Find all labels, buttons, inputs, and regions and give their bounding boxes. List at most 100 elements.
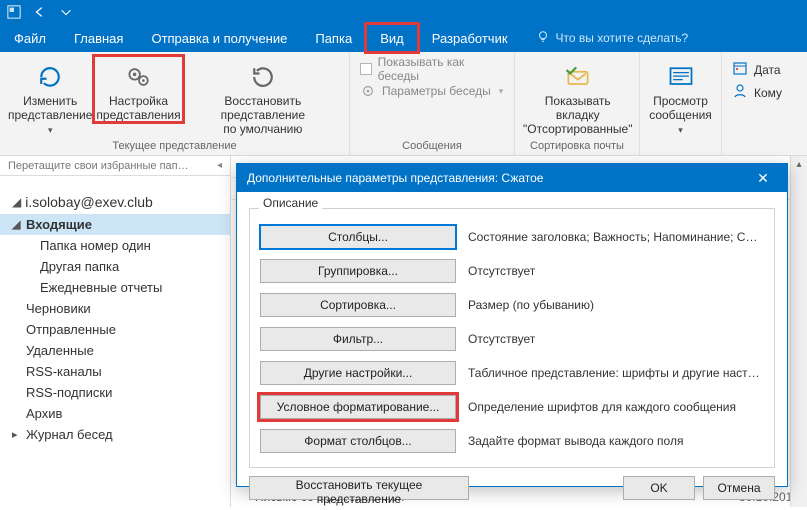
menu-file[interactable]: Файл bbox=[0, 24, 60, 52]
chevron-left-icon[interactable]: ◂ bbox=[217, 160, 222, 171]
lightbulb-icon bbox=[536, 30, 550, 47]
checkmark-envelope-icon bbox=[564, 60, 592, 94]
folder-drafts[interactable]: Черновики bbox=[0, 298, 230, 319]
menu-bar: Файл Главная Отправка и получение Папка … bbox=[0, 24, 807, 52]
close-button[interactable]: ✕ bbox=[749, 164, 777, 192]
group-by-desc: Отсутствует bbox=[468, 264, 764, 278]
fieldset-label: Описание bbox=[259, 196, 322, 210]
account-label: i.solobay@exev.club bbox=[25, 194, 153, 210]
favorites-hint-label: Перетащите свои избранные пап… bbox=[8, 160, 189, 172]
columns-button[interactable]: Столбцы... bbox=[260, 225, 456, 249]
folder-archive[interactable]: Архив bbox=[0, 403, 230, 424]
change-view-button[interactable]: Изменить представление ▾ bbox=[6, 56, 94, 137]
close-icon: ✕ bbox=[757, 170, 769, 187]
settings-small-icon bbox=[360, 84, 376, 98]
format-columns-desc: Задайте формат вывода каждого поля bbox=[468, 434, 764, 448]
filter-button[interactable]: Фильтр... bbox=[260, 327, 456, 351]
account-header[interactable]: ◢ i.solobay@exev.club bbox=[0, 190, 230, 214]
favorites-hint-bar[interactable]: Перетащите свои избранные пап… ◂ bbox=[0, 156, 230, 176]
other-settings-button[interactable]: Другие настройки... bbox=[260, 361, 456, 385]
ribbon-group-sort: Показывать вкладку "Отсортированные" Сор… bbox=[515, 52, 640, 155]
group-by-row: Группировка... Отсутствует bbox=[260, 259, 764, 283]
show-sorted-tab-label: Показывать вкладку "Отсортированные" bbox=[523, 94, 632, 136]
dialog-body: Столбцы... Состояние заголовка; Важность… bbox=[237, 192, 787, 468]
folder-sub-1[interactable]: Папка номер один bbox=[0, 235, 230, 256]
columns-desc: Состояние заголовка; Важность; Напоминан… bbox=[468, 230, 764, 244]
conditional-formatting-row: Условное форматирование... Определение ш… bbox=[260, 395, 764, 419]
menu-view[interactable]: Вид bbox=[366, 24, 418, 52]
filter-row: Фильтр... Отсутствует bbox=[260, 327, 764, 351]
reset-view-button[interactable]: Восстановить представление по умолчанию bbox=[183, 56, 343, 136]
conversation-settings-label: Параметры беседы bbox=[382, 84, 491, 98]
sort-row: Сортировка... Размер (по убыванию) bbox=[260, 293, 764, 317]
folder-inbox[interactable]: ◢Входящие bbox=[0, 214, 230, 235]
person-icon bbox=[732, 83, 748, 102]
chevron-down-icon: ◢ bbox=[12, 195, 21, 209]
folder-sub-2[interactable]: Другая папка bbox=[0, 256, 230, 277]
ribbon-group-messages: Показывать как беседы Параметры беседы ▾… bbox=[350, 52, 515, 155]
columns-row: Столбцы... Состояние заголовка; Важность… bbox=[260, 225, 764, 249]
reset-current-view-button[interactable]: Восстановить текущее представление bbox=[249, 476, 469, 500]
message-preview-button[interactable]: Просмотр сообщения ▾ bbox=[646, 56, 715, 137]
arrange-by-to-button[interactable]: Кому bbox=[732, 83, 782, 102]
folder-rss-channels[interactable]: RSS-каналы bbox=[0, 361, 230, 382]
other-settings-row: Другие настройки... Табличное представле… bbox=[260, 361, 764, 385]
sort-button[interactable]: Сортировка... bbox=[260, 293, 456, 317]
undo-icon[interactable] bbox=[32, 4, 48, 20]
other-settings-desc: Табличное представление: шрифты и другие… bbox=[468, 366, 764, 380]
menu-send-receive[interactable]: Отправка и получение bbox=[137, 24, 301, 52]
menu-home[interactable]: Главная bbox=[60, 24, 137, 52]
ribbon-group-label-arrange bbox=[728, 138, 801, 155]
vertical-scrollbar[interactable]: ▴ bbox=[790, 156, 807, 507]
ribbon-group-preview: Просмотр сообщения ▾ bbox=[640, 52, 722, 155]
conditional-formatting-button[interactable]: Условное форматирование... bbox=[260, 395, 456, 419]
arrange-by-date-button[interactable]: Дата bbox=[732, 60, 782, 79]
cancel-button[interactable]: Отмена bbox=[703, 476, 775, 500]
folder-rss-subscriptions[interactable]: RSS-подписки bbox=[0, 382, 230, 403]
sort-desc: Размер (по убыванию) bbox=[468, 298, 764, 312]
qat-dropdown-icon[interactable] bbox=[58, 4, 74, 20]
conditional-formatting-desc: Определение шрифтов для каждого сообщени… bbox=[468, 400, 764, 414]
show-sorted-tab-button[interactable]: Показывать вкладку "Отсортированные" bbox=[521, 56, 634, 136]
folder-tree: ◢Входящие Папка номер один Другая папка … bbox=[0, 214, 230, 507]
reset-view-label: Восстановить представление по умолчанию bbox=[185, 94, 341, 136]
filter-desc: Отсутствует bbox=[468, 332, 764, 346]
ribbon-group-current-view: Изменить представление ▾ Настройка предс… bbox=[0, 52, 350, 155]
chevron-down-icon: ▾ bbox=[48, 123, 53, 137]
dialog-title-bar[interactable]: Дополнительные параметры представления: … bbox=[237, 164, 787, 192]
menu-folder[interactable]: Папка bbox=[301, 24, 366, 52]
description-fieldset: Столбцы... Состояние заголовка; Важность… bbox=[249, 208, 775, 468]
app-icon bbox=[6, 4, 22, 20]
view-settings-label: Настройка представления bbox=[96, 94, 180, 122]
ribbon-group-label-messages: Сообщения bbox=[356, 138, 508, 155]
format-columns-button[interactable]: Формат столбцов... bbox=[260, 429, 456, 453]
reset-icon bbox=[249, 60, 277, 94]
show-as-conversations-checkbox[interactable]: Показывать как беседы bbox=[360, 60, 504, 78]
ribbon-group-label-current-view: Текущее представление bbox=[6, 138, 343, 155]
dialog-title: Дополнительные параметры представления: … bbox=[247, 171, 543, 185]
view-settings-button[interactable]: Настройка представления bbox=[94, 56, 182, 122]
folder-sub-3[interactable]: Ежедневные отчеты bbox=[0, 277, 230, 298]
menu-developer[interactable]: Разработчик bbox=[418, 24, 522, 52]
tell-me-search[interactable]: Что вы хотите сделать? bbox=[522, 24, 703, 52]
ribbon-group-label-sort: Сортировка почты bbox=[521, 138, 633, 155]
advanced-view-settings-dialog: Дополнительные параметры представления: … bbox=[236, 163, 788, 487]
arrange-by-date-label: Дата bbox=[754, 63, 781, 77]
folder-conversation-history[interactable]: ▸Журнал бесед bbox=[0, 424, 230, 445]
checkbox-icon bbox=[360, 63, 372, 75]
gears-icon bbox=[125, 60, 153, 94]
group-by-button[interactable]: Группировка... bbox=[260, 259, 456, 283]
dialog-footer: Восстановить текущее представление OK От… bbox=[237, 468, 787, 510]
chevron-right-icon: ▸ bbox=[12, 428, 24, 441]
ok-button[interactable]: OK bbox=[623, 476, 695, 500]
refresh-icon bbox=[36, 60, 64, 94]
tell-me-label: Что вы хотите сделать? bbox=[556, 31, 689, 45]
ribbon: Изменить представление ▾ Настройка предс… bbox=[0, 52, 807, 156]
folder-deleted[interactable]: Удаленные bbox=[0, 340, 230, 361]
arrange-by-to-label: Кому bbox=[754, 86, 782, 100]
chevron-down-icon: ▾ bbox=[499, 86, 504, 97]
scroll-up-icon[interactable]: ▴ bbox=[791, 156, 807, 173]
folder-sent[interactable]: Отправленные bbox=[0, 319, 230, 340]
conversation-settings-button[interactable]: Параметры беседы ▾ bbox=[360, 82, 504, 100]
title-bar bbox=[0, 0, 807, 24]
